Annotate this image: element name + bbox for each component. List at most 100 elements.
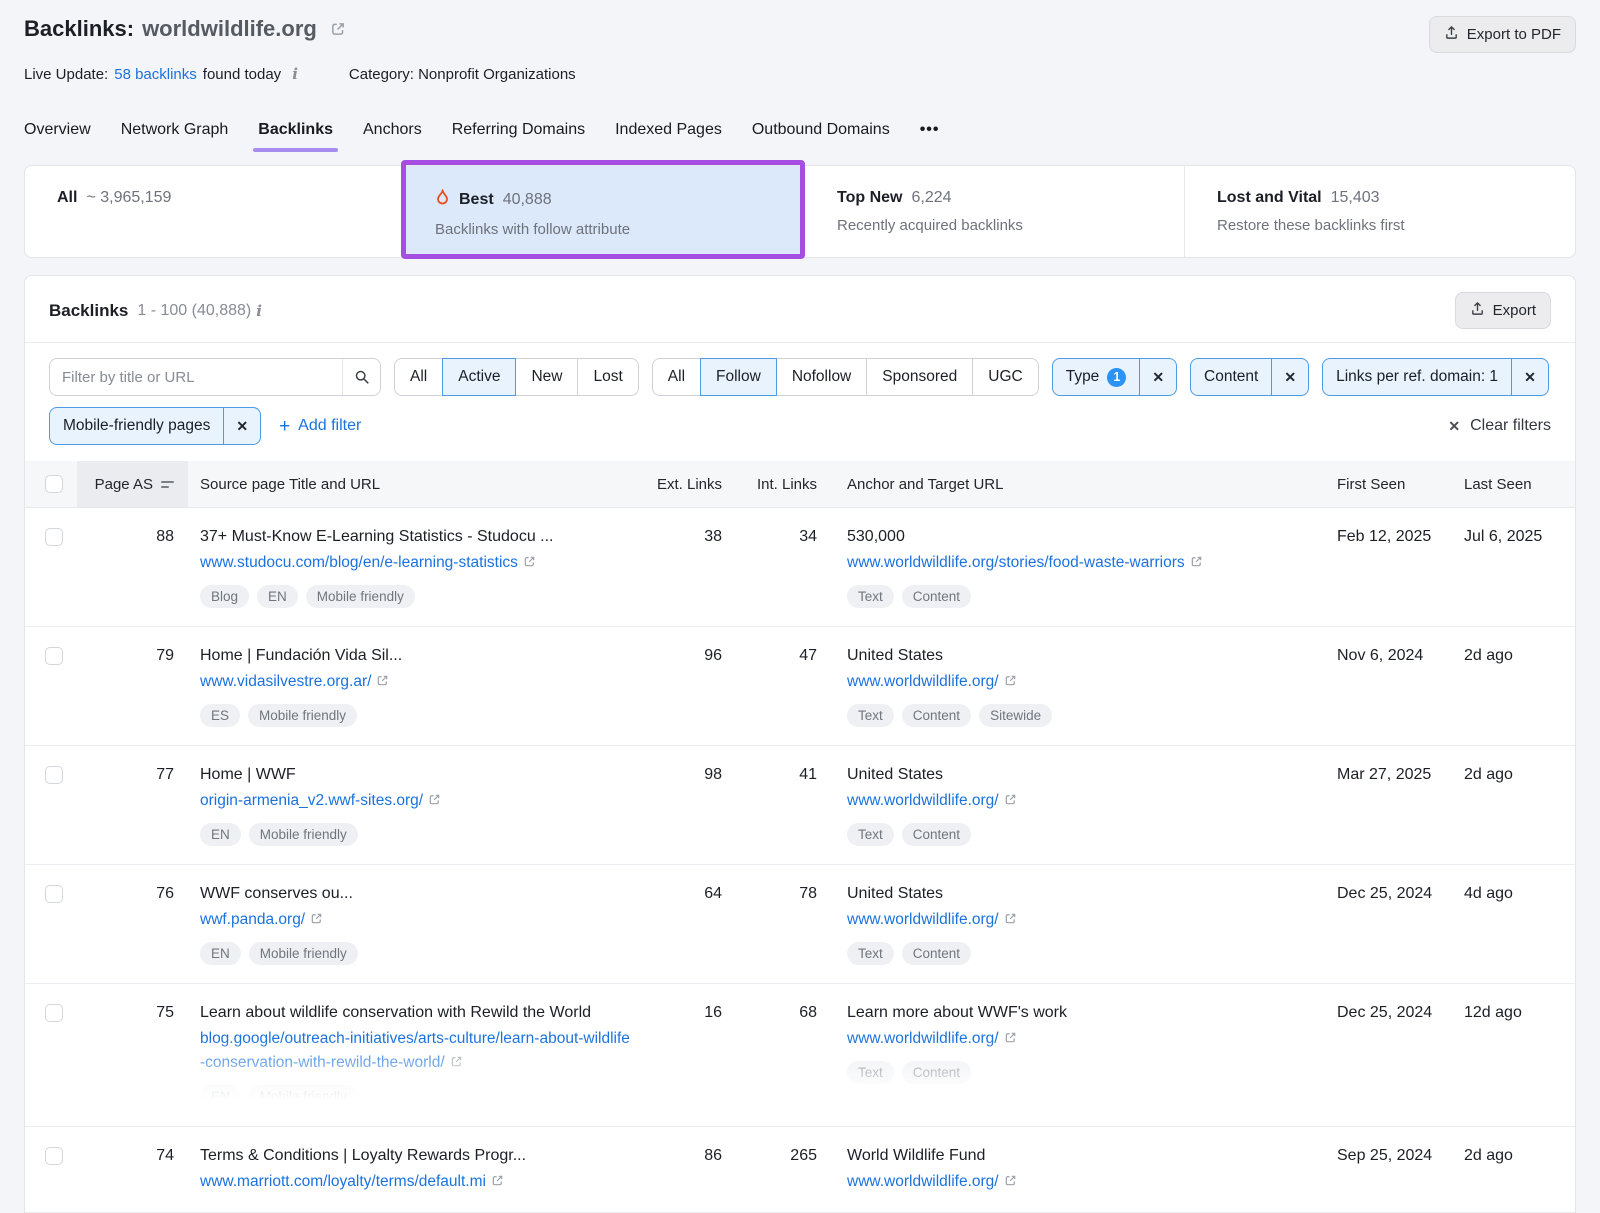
- column-header-anchor: Anchor and Target URL: [823, 476, 1337, 493]
- status-filter-option-active[interactable]: Active: [442, 358, 516, 396]
- external-link-icon[interactable]: [999, 911, 1017, 928]
- target-url[interactable]: www.worldwildlife.org/: [847, 911, 999, 928]
- filter-pill-content-button[interactable]: Content: [1191, 359, 1271, 395]
- row-checkbox[interactable]: [45, 528, 63, 546]
- remove-filter-mobile-friendly-pages-button[interactable]: ✕: [223, 408, 260, 444]
- external-link-icon[interactable]: [325, 16, 346, 42]
- summary-card-head: Best40,888: [435, 189, 804, 211]
- badge-row: BlogENMobile friendly: [200, 585, 633, 608]
- clear-filters-button[interactable]: ✕ Clear filters: [1448, 417, 1551, 435]
- int-links-value: 41: [728, 766, 823, 846]
- filter-pill-links-per-ref-domain-button[interactable]: Links per ref. domain: 1: [1323, 359, 1511, 395]
- follow-filter-option-ugc[interactable]: UGC: [972, 358, 1038, 396]
- follow-filter-option-follow[interactable]: Follow: [700, 358, 777, 396]
- row-checkbox[interactable]: [45, 647, 63, 665]
- external-link-icon[interactable]: [445, 1054, 463, 1071]
- export-to-pdf-label: Export to PDF: [1467, 26, 1561, 43]
- summary-card-head: Top New6,224: [837, 189, 1184, 207]
- table-body: 8837+ Must-Know E-Learning Statistics - …: [25, 508, 1575, 1213]
- target-url[interactable]: www.worldwildlife.org/: [847, 1030, 999, 1047]
- external-link-icon[interactable]: [999, 1173, 1017, 1190]
- badge-row: TextContent: [847, 823, 1337, 846]
- column-header-source: Source page Title and URL: [188, 476, 633, 493]
- summary-card-best[interactable]: Best40,888Backlinks with follow attribut…: [403, 166, 805, 257]
- external-link-icon[interactable]: [999, 792, 1017, 809]
- status-filter-option-all[interactable]: All: [394, 358, 443, 396]
- tab-outbound-domains[interactable]: Outbound Domains: [752, 121, 890, 152]
- first-seen-value: Sep 25, 2024: [1337, 1147, 1464, 1194]
- status-filter-option-lost[interactable]: Lost: [577, 358, 638, 396]
- target-url[interactable]: www.worldwildlife.org/: [847, 673, 999, 690]
- external-link-icon[interactable]: [999, 673, 1017, 690]
- panel-title: Backlinks: [49, 301, 128, 321]
- export-label: Export: [1493, 302, 1536, 319]
- row-checkbox[interactable]: [45, 1004, 63, 1022]
- remove-filter-links-per-ref-domain-button[interactable]: ✕: [1511, 359, 1548, 395]
- export-to-pdf-button[interactable]: Export to PDF: [1429, 16, 1576, 53]
- target-url[interactable]: www.worldwildlife.org/: [847, 1173, 999, 1190]
- follow-filter-option-sponsored[interactable]: Sponsored: [866, 358, 973, 396]
- external-link-icon[interactable]: [371, 673, 389, 690]
- tab-anchors[interactable]: Anchors: [363, 121, 422, 152]
- column-header-first-seen: First Seen: [1337, 476, 1464, 493]
- target-link-line: www.worldwildlife.org/: [847, 789, 1337, 813]
- source-url[interactable]: wwf.panda.org/: [200, 911, 305, 928]
- row-checkbox-cell: [25, 885, 77, 965]
- remove-filter-type-button[interactable]: ✕: [1139, 359, 1176, 395]
- search-icon[interactable]: [342, 359, 380, 395]
- remove-filter-content-button[interactable]: ✕: [1271, 359, 1308, 395]
- summary-card-label: Best: [459, 191, 494, 209]
- external-link-icon[interactable]: [1185, 554, 1203, 571]
- summary-card-head: All~ 3,965,159: [57, 189, 402, 207]
- row-checkbox[interactable]: [45, 766, 63, 784]
- follow-filter-option-nofollow[interactable]: Nofollow: [776, 358, 867, 396]
- summary-card-lost-and-vital[interactable]: Lost and Vital15,403Restore these backli…: [1185, 166, 1575, 257]
- anchor-text: United States: [847, 647, 1337, 665]
- source-url[interactable]: www.marriott.com/loyalty/terms/default.m…: [200, 1173, 486, 1190]
- filter-pill-mobile-friendly-pages-button[interactable]: Mobile-friendly pages: [50, 408, 223, 444]
- source-url[interactable]: www.studocu.com/blog/en/e-learning-stati…: [200, 554, 518, 571]
- add-filter-button[interactable]: + Add filter: [279, 417, 361, 436]
- select-all-checkbox[interactable]: [45, 475, 63, 493]
- summary-card-top-new[interactable]: Top New6,224Recently acquired backlinks: [805, 166, 1185, 257]
- tab-referring-domains[interactable]: Referring Domains: [452, 121, 585, 152]
- source-url[interactable]: origin-armenia_v2.wwf-sites.org/: [200, 792, 423, 809]
- follow-filter-option-all[interactable]: All: [652, 358, 701, 396]
- external-link-icon[interactable]: [305, 911, 323, 928]
- source-link-line: www.marriott.com/loyalty/terms/default.m…: [200, 1170, 633, 1194]
- live-update-link[interactable]: 58 backlinks: [114, 66, 197, 83]
- badge-row: TextContentSitewide: [847, 704, 1337, 727]
- filter-pill-type-button[interactable]: Type1: [1053, 359, 1140, 395]
- badge-en: EN: [200, 1085, 241, 1108]
- target-url[interactable]: www.worldwildlife.org/: [847, 792, 999, 809]
- source-url[interactable]: www.vidasilvestre.org.ar/: [200, 673, 371, 690]
- row-checkbox[interactable]: [45, 1147, 63, 1165]
- tab-overview[interactable]: Overview: [24, 121, 91, 152]
- anchor-text: United States: [847, 885, 1337, 903]
- first-seen-value: Feb 12, 2025: [1337, 528, 1464, 608]
- external-link-icon[interactable]: [518, 554, 536, 571]
- tab-indexed-pages[interactable]: Indexed Pages: [615, 121, 722, 152]
- info-icon[interactable]: i: [287, 65, 303, 83]
- badge-content: Content: [902, 704, 971, 727]
- external-link-icon[interactable]: [423, 792, 441, 809]
- status-filter-option-new[interactable]: New: [515, 358, 578, 396]
- external-link-icon[interactable]: [999, 1030, 1017, 1047]
- int-links-value: 68: [728, 1004, 823, 1108]
- row-checkbox-cell: [25, 1004, 77, 1108]
- export-button[interactable]: Export: [1455, 292, 1551, 329]
- tab-more[interactable]: •••: [920, 121, 940, 152]
- source-url[interactable]: blog.google/outreach-initiatives/arts-cu…: [200, 1030, 630, 1071]
- summary-card-all[interactable]: All~ 3,965,159: [25, 166, 403, 257]
- table-row: 79Home | Fundación Vida Sil...www.vidasi…: [25, 627, 1575, 746]
- tab-backlinks[interactable]: Backlinks: [258, 121, 333, 152]
- clear-filters-label: Clear filters: [1470, 417, 1551, 435]
- info-icon[interactable]: i: [251, 302, 267, 320]
- external-link-icon[interactable]: [486, 1173, 504, 1190]
- search-input[interactable]: [49, 358, 381, 396]
- tab-network-graph[interactable]: Network Graph: [121, 121, 229, 152]
- table-row: 75Learn about wildlife conservation with…: [25, 984, 1575, 1127]
- target-url[interactable]: www.worldwildlife.org/stories/food-waste…: [847, 554, 1185, 571]
- column-header-page-as[interactable]: Page AS: [77, 461, 188, 507]
- row-checkbox[interactable]: [45, 885, 63, 903]
